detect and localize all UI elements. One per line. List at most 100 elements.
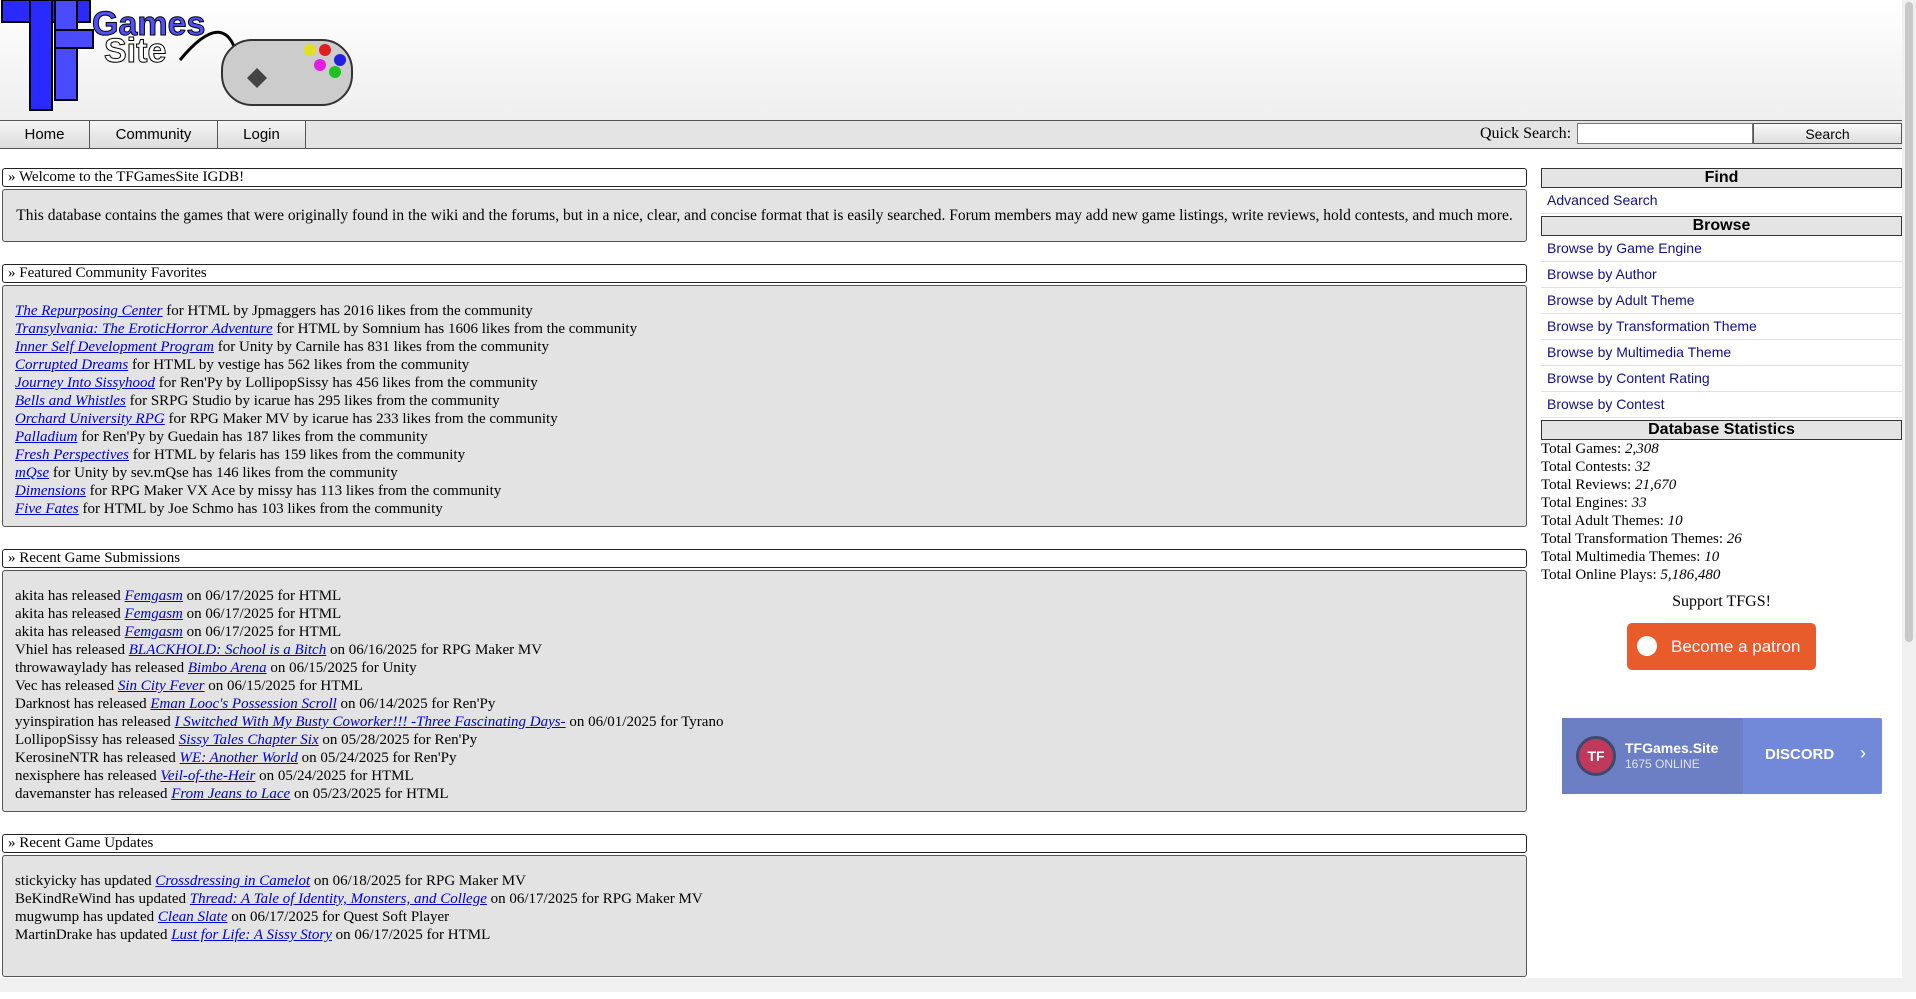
favorite-item: Orchard University RPG for RPG Maker MV … bbox=[15, 411, 558, 427]
stat-value: 32 bbox=[1634, 459, 1650, 475]
browse-link-row[interactable]: Browse by Multimedia Theme bbox=[1541, 340, 1902, 366]
browse-link-row[interactable]: Browse by Adult Theme bbox=[1541, 288, 1902, 314]
browse-link-row[interactable]: Browse by Author bbox=[1541, 262, 1902, 288]
browse-link-row[interactable]: Browse by Game Engine bbox=[1541, 236, 1902, 262]
main-content: » Welcome to the TFGamesSite IGDB! This … bbox=[2, 168, 1527, 999]
game-link[interactable]: mQse bbox=[15, 465, 49, 481]
submission-item: KerosineNTR has released WE: Another Wor… bbox=[15, 750, 457, 766]
user-name: Vhiel bbox=[15, 642, 49, 658]
game-link[interactable]: WE: Another World bbox=[180, 750, 298, 766]
game-link[interactable]: Sissy Tales Chapter Six bbox=[179, 732, 319, 748]
discord-widget[interactable]: TF TFGames.Site 1675 ONLINE DISCORD › bbox=[1562, 718, 1882, 794]
game-engine: HTML bbox=[447, 927, 491, 943]
welcome-section: » Welcome to the TFGamesSite IGDB! This … bbox=[2, 168, 1527, 242]
user-name: akita bbox=[15, 588, 45, 604]
release-date: 06/17/2025 bbox=[354, 927, 423, 943]
game-link[interactable]: BLACKHOLD: School is a Bitch bbox=[129, 642, 327, 658]
search-button[interactable]: Search bbox=[1753, 123, 1902, 144]
release-date: 06/15/2025 bbox=[227, 678, 296, 694]
favorites-title: » Featured Community Favorites bbox=[2, 264, 1527, 283]
game-engine: HTML bbox=[298, 588, 342, 604]
advanced-search-link-text[interactable]: Advanced Search bbox=[1547, 192, 1658, 208]
browse-link[interactable]: Browse by Multimedia Theme bbox=[1547, 344, 1731, 360]
game-link[interactable]: Fresh Perspectives bbox=[15, 447, 129, 463]
update-item: stickyicky has updated Crossdressing in … bbox=[15, 873, 526, 889]
game-link[interactable]: Bimbo Arena bbox=[188, 660, 267, 676]
stat-label: Total Transformation Themes: bbox=[1541, 531, 1723, 547]
nav-login[interactable]: Login bbox=[218, 121, 306, 148]
stat-label: Total Multimedia Themes: bbox=[1541, 549, 1701, 565]
browse-link[interactable]: Browse by Game Engine bbox=[1547, 240, 1702, 256]
submission-item: Darknost has released Eman Looc's Posses… bbox=[15, 696, 496, 712]
favorite-item: Transylvania: The EroticHorror Adventure… bbox=[15, 321, 638, 337]
submissions-section: » Recent Game Submissions akita has rele… bbox=[2, 549, 1527, 812]
browse-link[interactable]: Browse by Content Rating bbox=[1547, 370, 1710, 386]
game-link[interactable]: Sin City Fever bbox=[118, 678, 205, 694]
support-text: Support TFGS! bbox=[1672, 593, 1771, 610]
browse-link[interactable]: Browse by Adult Theme bbox=[1547, 292, 1695, 308]
stat-label: Total Adult Themes: bbox=[1541, 513, 1664, 529]
vertical-scrollbar[interactable] bbox=[1902, 0, 1916, 992]
game-link[interactable]: Corrupted Dreams bbox=[15, 357, 128, 373]
become-patron-button[interactable]: Become a patron bbox=[1627, 623, 1816, 670]
stat-row: Total Adult Themes: 10 bbox=[1541, 512, 1902, 530]
quick-search-input[interactable] bbox=[1577, 123, 1753, 144]
updates-list: stickyicky has updated Crossdressing in … bbox=[2, 855, 1527, 977]
game-link[interactable]: Crossdressing in Camelot bbox=[155, 873, 310, 889]
game-link[interactable]: The Repurposing Center bbox=[15, 303, 163, 319]
game-link[interactable]: Orchard University RPG bbox=[15, 411, 165, 427]
advanced-search-link[interactable]: Advanced Search bbox=[1541, 188, 1902, 214]
browse-link[interactable]: Browse by Contest bbox=[1547, 396, 1665, 412]
horizontal-scrollbar[interactable] bbox=[0, 978, 1902, 992]
game-engine: Unity bbox=[238, 339, 274, 355]
game-engine: Ren'Py bbox=[413, 750, 457, 766]
game-link[interactable]: Five Fates bbox=[15, 501, 79, 517]
like-count: 562 bbox=[287, 357, 311, 373]
site-header: Games Site bbox=[0, 0, 1916, 120]
game-engine: HTML bbox=[298, 624, 342, 640]
game-link[interactable]: Femgasm bbox=[125, 606, 183, 622]
game-link[interactable]: From Jeans to Lace bbox=[171, 786, 290, 802]
game-link[interactable]: I Switched With My Busty Coworker!!! -Th… bbox=[175, 714, 566, 730]
favorite-item: Bells and Whistles for SRPG Studio by ic… bbox=[15, 393, 500, 409]
scrollbar-thumb[interactable] bbox=[1905, 2, 1913, 642]
game-engine: RPG Maker MV bbox=[442, 642, 543, 658]
browse-link[interactable]: Browse by Transformation Theme bbox=[1547, 318, 1757, 334]
browse-link-row[interactable]: Browse by Content Rating bbox=[1541, 366, 1902, 392]
stat-value: 26 bbox=[1726, 531, 1742, 547]
game-link[interactable]: Thread: A Tale of Identity, Monsters, an… bbox=[190, 891, 487, 907]
release-date: 06/17/2025 bbox=[205, 588, 274, 604]
game-link[interactable]: Eman Looc's Possession Scroll bbox=[150, 696, 336, 712]
game-link[interactable]: Lust for Life: A Sissy Story bbox=[171, 927, 332, 943]
update-item: BeKindReWind has updated Thread: A Tale … bbox=[15, 891, 703, 907]
browse-link-row[interactable]: Browse by Transformation Theme bbox=[1541, 314, 1902, 340]
updates-section: » Recent Game Updates stickyicky has upd… bbox=[2, 834, 1527, 977]
game-link[interactable]: Clean Slate bbox=[158, 909, 228, 925]
site-logo[interactable]: Games Site bbox=[0, 0, 360, 120]
like-count: 1606 bbox=[447, 321, 478, 337]
browse-heading: Browse bbox=[1541, 216, 1902, 236]
game-link[interactable]: Bells and Whistles bbox=[15, 393, 126, 409]
game-link[interactable]: Veil-of-the-Heir bbox=[160, 768, 255, 784]
user-name: davemanster bbox=[15, 786, 91, 802]
game-author: Somnium bbox=[362, 321, 421, 337]
nav-community[interactable]: Community bbox=[90, 121, 218, 148]
nav-home[interactable]: Home bbox=[0, 121, 90, 148]
submission-item: Vhiel has released BLACKHOLD: School is … bbox=[15, 642, 543, 658]
stats-list: Total Games: 2,308 Total Contests: 32 Tota… bbox=[1541, 440, 1902, 584]
game-link[interactable]: Dimensions bbox=[15, 483, 86, 499]
game-link[interactable]: Femgasm bbox=[125, 588, 183, 604]
browse-link-row[interactable]: Browse by Contest bbox=[1541, 392, 1902, 418]
game-link[interactable]: Journey Into Sissyhood bbox=[15, 375, 155, 391]
game-link[interactable]: Transylvania: The EroticHorror Adventure bbox=[15, 321, 273, 337]
browse-link[interactable]: Browse by Author bbox=[1547, 266, 1657, 282]
game-engine: HTML bbox=[103, 501, 146, 517]
game-link[interactable]: Femgasm bbox=[125, 624, 183, 640]
stat-value: 21,670 bbox=[1634, 477, 1677, 493]
game-link[interactable]: Inner Self Development Program bbox=[15, 339, 214, 355]
user-name: yyinspiration bbox=[15, 714, 95, 730]
stat-value: 10 bbox=[1667, 513, 1683, 529]
release-date: 06/17/2025 bbox=[249, 909, 319, 925]
favorite-item: Five Fates for HTML by Joe Schmo has 103… bbox=[15, 501, 443, 517]
game-link[interactable]: Palladium bbox=[15, 429, 78, 445]
